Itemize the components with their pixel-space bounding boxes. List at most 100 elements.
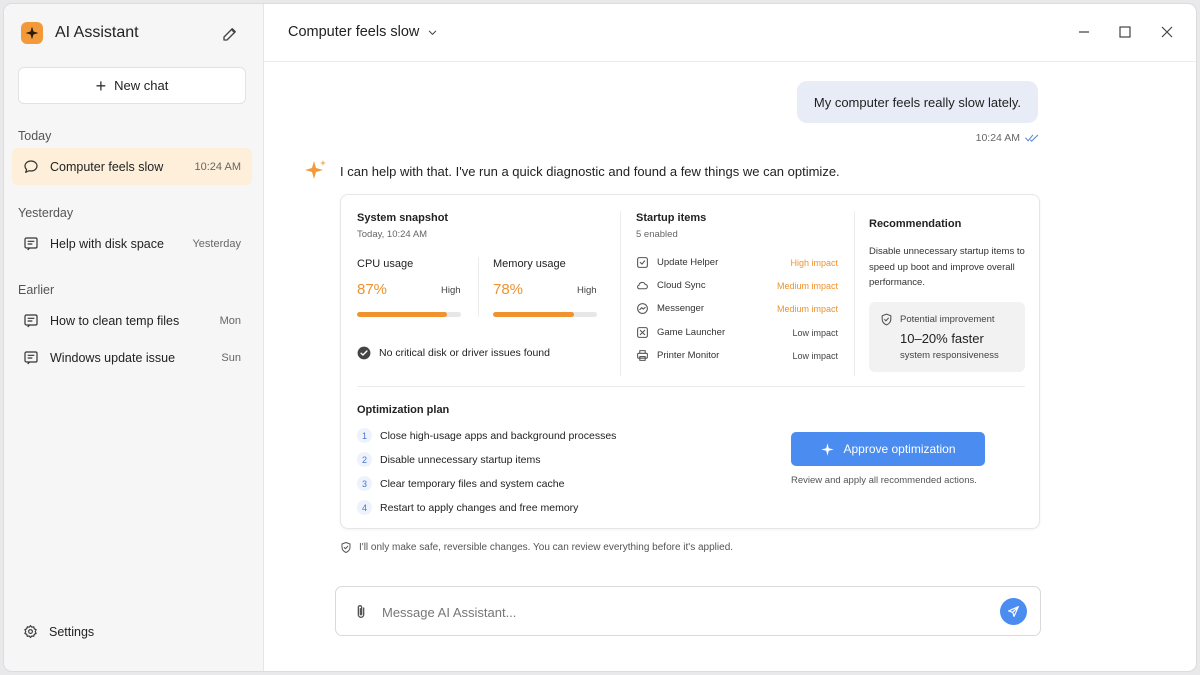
check-circle-icon	[357, 346, 371, 360]
shield-icon	[341, 542, 351, 553]
user-message-meta: 10:24 AM	[976, 132, 1039, 144]
startup-item-messenger: Messenger Medium impact	[636, 302, 838, 315]
memory-usage-bar-fill	[493, 312, 575, 317]
memory-level: High	[577, 285, 597, 296]
section-label-earlier: Earlier	[18, 283, 55, 297]
startup-item-impact: Medium impact	[776, 303, 838, 314]
plan-step-number: 4	[357, 500, 372, 515]
startup-item-name: Messenger	[657, 303, 704, 314]
metric-divider	[478, 257, 479, 317]
new-chat-button[interactable]: + New chat	[18, 67, 246, 104]
section-label-yesterday: Yesterday	[18, 206, 74, 220]
sidebar-item-label: Help with disk space	[50, 236, 164, 251]
startup-item-name: Cloud Sync	[657, 280, 706, 291]
snapshot-status-text: No critical disk or driver issues found	[379, 347, 550, 359]
cpu-usage-bar	[357, 312, 461, 317]
memory-label: Memory usage	[493, 258, 566, 270]
gamepad-icon	[637, 327, 648, 338]
startup-item-name: Update Helper	[657, 257, 719, 268]
plan-step: 4 Restart to apply changes and free memo…	[357, 500, 578, 515]
plan-step-number: 2	[357, 452, 372, 467]
sidebar-item-label: How to clean temp files	[50, 313, 180, 328]
user-message-bubble: My computer feels really slow lately.	[796, 81, 1038, 123]
safety-note-text: I'll only make safe, reversible changes.…	[359, 542, 734, 553]
startup-item-game-launcher: Game Launcher Low impact	[636, 326, 838, 339]
plus-icon: +	[95, 75, 107, 96]
startup-title: Startup items	[636, 212, 707, 224]
column-divider	[854, 211, 855, 376]
sidebar-item-time: Mon	[219, 314, 241, 327]
top-bar: Computer feels slow	[264, 4, 1196, 62]
improvement-value: 10–20% faster	[900, 331, 984, 346]
maximize-icon[interactable]	[1117, 24, 1133, 40]
minimize-icon[interactable]	[1076, 24, 1092, 40]
recommendation-text: Disable unnecessary startup items to spe…	[869, 246, 1025, 288]
sidebar-item-computer-feels-slow[interactable]: Computer feels slow 10:24 AM	[12, 148, 252, 185]
snapshot-title: System snapshot	[357, 212, 449, 224]
plan-step-number: 1	[357, 428, 372, 443]
sidebar-item-help-with-disk-space[interactable]: Help with disk space Yesterday	[12, 225, 252, 262]
user-message-time: 10:24 AM	[975, 132, 1020, 144]
gear-icon	[24, 625, 37, 639]
app-header: AI Assistant	[21, 22, 139, 44]
diagnostic-card: System snapshot Today, 10:24 AM CPU usag…	[340, 194, 1040, 529]
snapshot-subtitle: Today, 10:24 AM	[357, 229, 428, 240]
snapshot-status: No critical disk or driver issues found	[357, 346, 550, 360]
plan-step: 1 Close high-usage apps and background p…	[357, 428, 616, 443]
sidebar-item-time: Sun	[221, 351, 241, 364]
settings-button[interactable]: Settings	[23, 624, 94, 639]
sidebar: AI Assistant + New chat Today Computer f…	[4, 4, 264, 671]
new-chat-label: New chat	[114, 78, 169, 93]
messenger-icon	[637, 303, 648, 314]
plan-step-text: Disable unnecessary startup items	[380, 453, 541, 466]
startup-item-impact: Medium impact	[776, 280, 838, 291]
chat-lines-icon	[24, 236, 38, 250]
startup-item-impact: Low impact	[792, 327, 838, 338]
message-input[interactable]	[382, 601, 982, 623]
cpu-value: 87%	[357, 281, 388, 298]
settings-label: Settings	[49, 624, 95, 639]
sidebar-item-label: Windows update issue	[50, 350, 176, 365]
assistant-message-text: I can help with that. I've run a quick d…	[340, 164, 840, 179]
cpu-level: High	[441, 285, 461, 296]
startup-item-name: Printer Monitor	[657, 350, 720, 361]
cpu-label: CPU usage	[357, 258, 414, 270]
improvement-label: Potential improvement	[900, 314, 995, 325]
sidebar-item-time: 10:24 AM	[194, 160, 241, 173]
startup-item-printer-monitor: Printer Monitor Low impact	[636, 349, 838, 362]
new-chat-edit-icon[interactable]	[221, 25, 239, 43]
send-button[interactable]	[1000, 598, 1027, 625]
sidebar-item-how-to-clean-temp-files[interactable]: How to clean temp files Mon	[12, 302, 252, 339]
update-icon	[637, 257, 648, 268]
startup-subtitle: 5 enabled	[636, 229, 678, 240]
chevron-down-icon	[429, 30, 437, 35]
improvement-box: Potential improvement 10–20% faster syst…	[869, 302, 1025, 372]
plan-step-text: Restart to apply changes and free memory	[380, 501, 579, 514]
send-icon	[1008, 606, 1019, 617]
plan-step-text: Close high-usage apps and background pro…	[380, 429, 617, 442]
message-composer	[335, 586, 1041, 636]
double-check-icon	[1025, 134, 1039, 142]
plan-step-number: 3	[357, 476, 372, 491]
sidebar-item-windows-update-issue[interactable]: Windows update issue Sun	[12, 339, 252, 376]
cpu-usage-bar-fill	[357, 312, 448, 317]
plan-step: 3 Clear temporary files and system cache	[357, 476, 564, 491]
sidebar-item-label: Computer feels slow	[50, 159, 164, 174]
conversation-title: Computer feels slow	[288, 24, 420, 40]
app-logo-sparkle-icon	[21, 22, 43, 44]
conversation-title-dropdown[interactable]: Computer feels slow	[288, 24, 438, 40]
chat-lines-icon	[24, 313, 38, 327]
close-icon[interactable]	[1159, 24, 1175, 40]
sidebar-item-time: Yesterday	[192, 237, 241, 250]
assistant-sparkle-icon	[304, 159, 328, 183]
sparkle-icon	[821, 442, 835, 456]
printer-icon	[637, 350, 648, 361]
app-title: AI Assistant	[55, 24, 139, 41]
approve-optimization-button[interactable]: Approve optimization	[791, 432, 985, 466]
attach-paperclip-icon[interactable]	[353, 603, 369, 621]
improvement-sub: system responsiveness	[900, 350, 999, 361]
chat-lines-icon	[24, 350, 38, 364]
safety-note: I'll only make safe, reversible changes.…	[340, 541, 733, 554]
startup-item-impact: Low impact	[792, 350, 838, 361]
recommendation-title: Recommendation	[869, 218, 962, 230]
